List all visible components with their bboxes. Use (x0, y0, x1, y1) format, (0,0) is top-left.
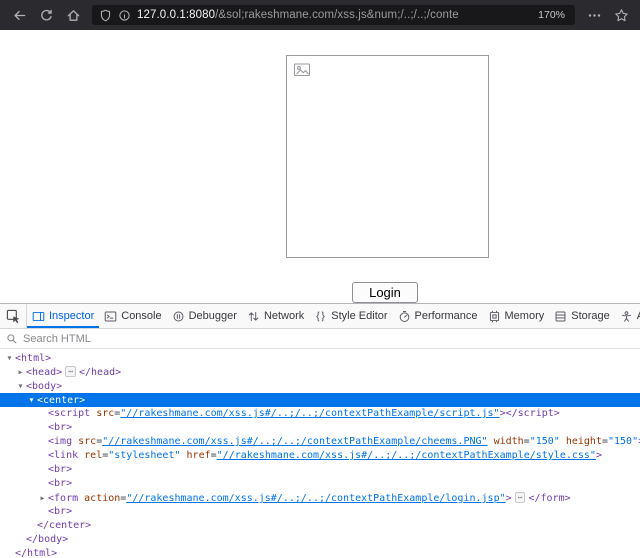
debugger-icon (172, 310, 185, 323)
markup-node-br[interactable]: <br> (0, 421, 640, 435)
markup-node-html[interactable]: ▼<html> (0, 351, 640, 365)
collapse-arrow-icon[interactable]: ▼ (15, 379, 26, 393)
tab-inspector[interactable]: Inspector (27, 304, 99, 328)
back-button[interactable] (6, 3, 32, 27)
console-icon (104, 310, 117, 323)
markup-node-body-close[interactable]: </body> (0, 533, 640, 547)
url-host: 127.0.0.1:8080 (137, 9, 215, 21)
search-html-input[interactable] (23, 333, 634, 345)
collapse-arrow-icon[interactable]: ▼ (4, 351, 15, 365)
url-path: /&sol;rakeshmane.com/xss.js&num;/..;/..;… (215, 9, 459, 21)
browser-toolbar: 127.0.0.1:8080/&sol;rakeshmane.com/xss.j… (0, 0, 640, 30)
tab-label: Console (121, 310, 161, 322)
url-text: 127.0.0.1:8080/&sol;rakeshmane.com/xss.j… (137, 9, 529, 21)
tab-label: Debugger (189, 310, 237, 322)
zoom-indicator[interactable]: 170% (535, 8, 568, 22)
tab-label: Performance (415, 310, 478, 322)
tab-performance[interactable]: Performance (393, 304, 483, 328)
tab-network[interactable]: Network (242, 304, 309, 328)
tab-storage[interactable]: Storage (549, 304, 615, 328)
tab-label: Storage (571, 310, 610, 322)
collapsed-content-ellipsis[interactable]: ⋯ (65, 366, 76, 377)
tab-debugger[interactable]: Debugger (167, 304, 242, 328)
inspector-icon (32, 310, 45, 323)
storage-icon (554, 310, 567, 323)
pick-element-button[interactable] (0, 304, 27, 328)
devtools-tabbar: Inspector Console Debugger Network Style… (0, 304, 640, 329)
expand-arrow-icon[interactable]: ▶ (37, 491, 48, 505)
markup-node-br[interactable]: <br> (0, 477, 640, 491)
markup-node-center[interactable]: ▼<center> (0, 393, 640, 407)
broken-image-icon (293, 62, 311, 78)
devtools-panel: Inspector Console Debugger Network Style… (0, 303, 640, 558)
pick-element-icon (6, 309, 21, 324)
tab-label: Inspector (49, 310, 94, 322)
collapse-arrow-icon[interactable]: ▼ (26, 393, 37, 407)
expand-arrow-icon[interactable]: ▶ (15, 365, 26, 379)
tab-accessibility[interactable]: Accessibility (615, 304, 640, 328)
tab-memory[interactable]: Memory (483, 304, 550, 328)
collapsed-content-ellipsis[interactable]: ⋯ (515, 492, 526, 503)
meatball-menu-icon (587, 8, 602, 23)
markup-node-link[interactable]: <link rel="stylesheet" href="//rakeshman… (0, 449, 640, 463)
tab-console[interactable]: Console (99, 304, 166, 328)
login-button[interactable]: Login (352, 282, 418, 303)
firefox-window: 127.0.0.1:8080/&sol;rakeshmane.com/xss.j… (0, 0, 640, 558)
markup-node-br[interactable]: <br> (0, 505, 640, 519)
markup-node-center-close[interactable]: </center> (0, 519, 640, 533)
search-icon (6, 333, 18, 345)
markup-node-html-close[interactable]: </html> (0, 547, 640, 558)
html-markup-tree: ▼<html>▶<head>⋯</head>▼<body>▼<center><s… (0, 349, 640, 558)
bookmark-button[interactable] (608, 3, 634, 27)
url-bar[interactable]: 127.0.0.1:8080/&sol;rakeshmane.com/xss.j… (92, 5, 575, 25)
back-icon (12, 8, 27, 23)
reload-icon (39, 8, 54, 23)
reload-button[interactable] (33, 3, 59, 27)
memory-icon (488, 310, 501, 323)
network-icon (247, 310, 260, 323)
tab-label: Network (264, 310, 304, 322)
info-icon[interactable] (118, 9, 131, 22)
web-page-viewport: Login (0, 30, 640, 303)
markup-node-head[interactable]: ▶<head>⋯</head> (0, 365, 640, 379)
tab-label: Style Editor (331, 310, 387, 322)
performance-icon (398, 310, 411, 323)
markup-node-script[interactable]: <script src="//rakeshmane.com/xss.js#/..… (0, 407, 640, 421)
broken-image (286, 55, 489, 258)
devtools-search-bar (0, 329, 640, 349)
markup-node-form[interactable]: ▶<form action="//rakeshmane.com/xss.js#/… (0, 491, 640, 505)
bookmark-star-icon (614, 8, 629, 23)
accessibility-icon (620, 310, 633, 323)
shield-icon[interactable] (99, 9, 112, 22)
markup-node-body[interactable]: ▼<body> (0, 379, 640, 393)
tab-style-editor[interactable]: Style Editor (309, 304, 392, 328)
markup-node-br[interactable]: <br> (0, 463, 640, 477)
home-icon (66, 8, 81, 23)
page-actions-menu-button[interactable] (581, 3, 607, 27)
markup-node-img[interactable]: <img src="//rakeshmane.com/xss.js#/..;/.… (0, 435, 640, 449)
home-button[interactable] (60, 3, 86, 27)
tab-label: Memory (505, 310, 545, 322)
style-editor-icon (314, 310, 327, 323)
